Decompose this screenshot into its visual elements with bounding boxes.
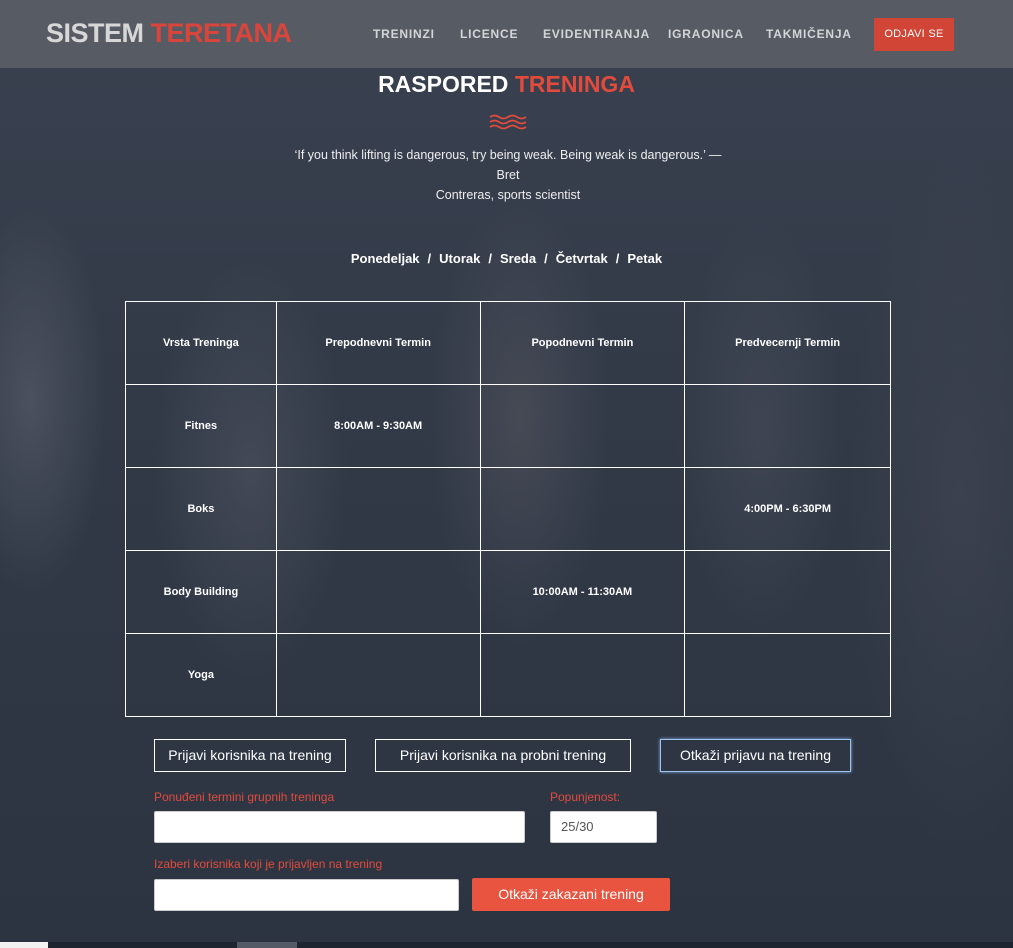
day-utorak[interactable]: Utorak (439, 251, 480, 266)
quote-line-1: ‘If you think lifting is dangerous, try … (294, 148, 722, 182)
motivational-quote: ‘If you think lifting is dangerous, try … (290, 145, 726, 205)
scrollbar-thumb[interactable] (237, 942, 297, 948)
time-slot-cell (275, 550, 481, 634)
time-slot-cell (479, 633, 686, 717)
quote-line-2: Contreras, sports scientist (435, 188, 581, 202)
bottom-scrollbar[interactable] (0, 942, 1013, 948)
time-slot-cell (275, 633, 481, 717)
table-row: Body Building 10:00AM - 11:30AM (125, 550, 891, 634)
day-selector: Ponedeljak / Utorak / Sreda / Četvrtak / Petak (0, 251, 1013, 266)
header-afternoon-slot: Popodnevni Termin (479, 301, 686, 385)
table-row: Fitnes 8:00AM - 9:30AM (125, 384, 891, 468)
day-sreda[interactable]: Sreda (500, 251, 536, 266)
schedule-table: Vrsta Treninga Prepodnevni Termin Popodn… (125, 301, 891, 717)
register-user-button[interactable]: Prijavi korisnika na trening (154, 739, 346, 772)
occupancy-field[interactable]: 25/30 (550, 811, 657, 843)
day-petak[interactable]: Petak (627, 251, 662, 266)
header-morning-slot: Prepodnevni Termin (275, 301, 481, 385)
page-title-part1: RASPORED (378, 71, 509, 97)
time-slot-cell (275, 467, 481, 551)
training-type-cell: Yoga (125, 633, 277, 717)
time-slot-cell: 4:00PM - 6:30PM (684, 467, 891, 551)
group-terms-select[interactable] (154, 811, 525, 843)
day-separator: / (488, 251, 492, 266)
time-slot-cell: 8:00AM - 9:30AM (275, 384, 481, 468)
table-header-row: Vrsta Treninga Prepodnevni Termin Popodn… (125, 301, 891, 385)
training-type-cell: Boks (125, 467, 277, 551)
logout-button[interactable]: ODJAVI SE (874, 18, 954, 51)
training-type-cell: Fitnes (125, 384, 277, 468)
header-evening-slot: Predvecernji Termin (684, 301, 891, 385)
nav-item-licence[interactable]: LICENCE (460, 27, 518, 41)
day-separator: / (427, 251, 432, 266)
wave-divider-icon (489, 114, 527, 130)
day-ponedeljak[interactable]: Ponedeljak (351, 251, 420, 266)
time-slot-cell (479, 384, 686, 468)
select-user-select[interactable] (154, 879, 459, 911)
occupancy-label: Popunjenost: (550, 790, 621, 804)
day-cetvrtak[interactable]: Četvrtak (556, 251, 608, 266)
brand-part2: TERETANA (150, 18, 293, 48)
page-title: RASPORED TRENINGA (0, 71, 1013, 98)
table-row: Boks 4:00PM - 6:30PM (125, 467, 891, 551)
time-slot-cell (684, 550, 891, 634)
page-title-part2: TRENINGA (514, 71, 635, 97)
group-terms-label: Ponuđeni termini grupnih treninga (154, 790, 335, 804)
time-slot-cell: 10:00AM - 11:30AM (479, 550, 686, 634)
time-slot-cell (684, 633, 891, 717)
time-slot-cell (684, 384, 891, 468)
nav-item-igraonica[interactable]: IGRAONICA (668, 27, 744, 41)
day-separator: / (544, 251, 548, 266)
register-trial-button[interactable]: Prijavi korisnika na probni trening (375, 739, 631, 772)
nav-item-evidentiranja[interactable]: EVIDENTIRANJA (543, 27, 650, 41)
time-slot-cell (479, 467, 686, 551)
cancel-scheduled-training-button[interactable]: Otkaži zakazani trening (472, 878, 670, 911)
nav-item-treninzi[interactable]: TRENINZI (373, 27, 435, 41)
scrollbar-segment (0, 942, 48, 948)
brand-part1: SISTEM (46, 18, 144, 48)
top-navbar: SISTEM TERETANA TRENINZI LICENCE EVIDENT… (0, 0, 1013, 68)
select-user-label: Izaberi korisnika koji je prijavljen na … (154, 857, 383, 871)
training-type-cell: Body Building (125, 550, 277, 634)
cancel-registration-button[interactable]: Otkaži prijavu na trening (660, 739, 851, 772)
brand-logo[interactable]: SISTEM TERETANA (46, 18, 292, 49)
table-row: Yoga (125, 633, 891, 717)
header-training-type: Vrsta Treninga (125, 301, 277, 385)
day-separator: / (615, 251, 620, 266)
nav-item-takmicenja[interactable]: TAKMIČENJA (766, 27, 852, 41)
